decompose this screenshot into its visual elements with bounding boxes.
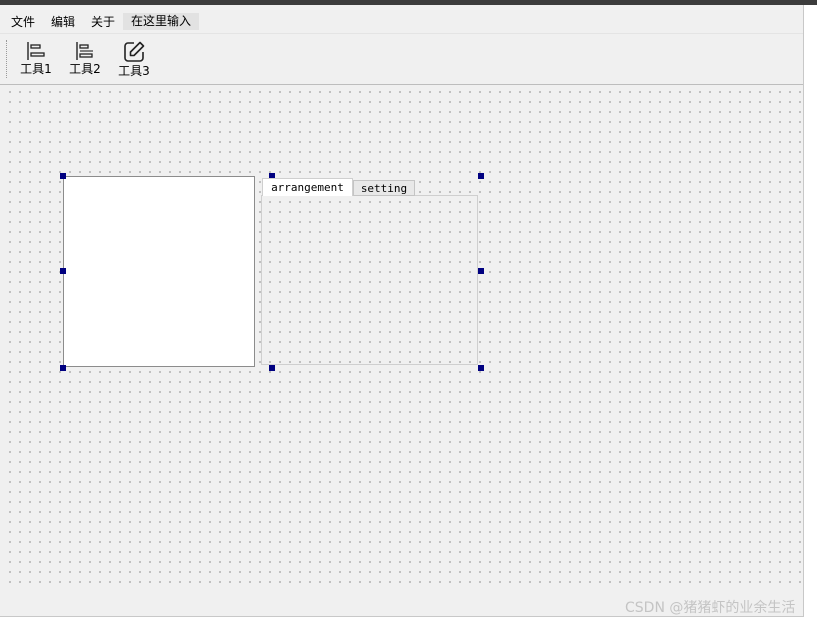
tab-content-pane[interactable] <box>261 195 478 365</box>
tool2-label: 工具2 <box>69 62 101 76</box>
menu-about[interactable]: 关于 <box>91 13 115 31</box>
tool3-label: 工具3 <box>118 64 150 78</box>
toolbar-grip-handle[interactable] <box>6 40 9 78</box>
selection-handle-top-right[interactable] <box>478 173 484 179</box>
selection-handle-middle-left[interactable] <box>60 268 66 274</box>
selection-handle-top-left[interactable] <box>60 173 66 179</box>
white-widget-panel[interactable] <box>63 176 255 367</box>
selection-handle-bottom-left[interactable] <box>60 365 66 371</box>
tool3-button[interactable]: 工具3 <box>114 38 154 80</box>
watermark-text: CSDN @猪猪虾的业余生活 <box>625 600 796 616</box>
tool2-button[interactable]: 工具2 <box>65 38 105 80</box>
menu-type-here-input[interactable]: 在这里输入 <box>123 13 200 30</box>
tool1-button[interactable]: 工具1 <box>16 38 56 80</box>
menu-edit[interactable]: 编辑 <box>51 13 75 31</box>
tool1-label: 工具1 <box>20 62 52 76</box>
tool-bar: 工具1 工具2 工具3 <box>0 33 803 85</box>
menu-bar: 文件 编辑 关于 在这里输入 <box>0 10 803 32</box>
menu-file[interactable]: 文件 <box>11 13 35 31</box>
selection-handle-middle-right[interactable] <box>478 268 484 274</box>
tab-arrangement[interactable]: arrangement <box>262 178 353 196</box>
tab-setting[interactable]: setting <box>353 180 415 196</box>
tab-widget[interactable]: arrangement setting <box>261 177 479 367</box>
align-left-icon <box>27 42 45 60</box>
selection-handle-bottom-right[interactable] <box>478 365 484 371</box>
align-center-icon <box>76 42 93 60</box>
edit-icon <box>124 41 145 62</box>
selection-handle-bottom-middle[interactable] <box>269 365 275 371</box>
